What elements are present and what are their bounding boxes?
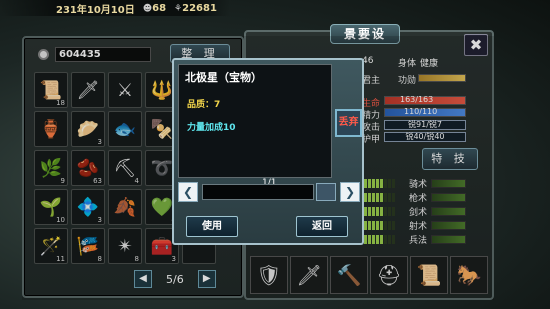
item-quality: 品质：7 — [187, 100, 221, 110]
increase-quantity-button[interactable]: ❯ — [340, 182, 360, 202]
discard-button[interactable]: 丢弃 — [335, 109, 362, 137]
population-value: 68 — [152, 2, 167, 14]
back-button[interactable]: 返回 — [296, 216, 348, 237]
item-name: 北极星（宝物） — [185, 71, 262, 84]
food-value: 22681 — [182, 2, 217, 14]
quantity-track[interactable] — [202, 184, 314, 200]
quantity-handle[interactable] — [316, 183, 336, 201]
population-group: ☻68 — [143, 3, 166, 14]
top-status-bar: 231年10月10日 ☻68 ⚘22681 — [0, 0, 230, 16]
quantity-slider: 1/1 ❮ ❯ — [178, 178, 362, 203]
date-label: 231年10月10日 — [56, 4, 135, 16]
population-icon: ☻ — [142, 3, 153, 14]
use-button[interactable]: 使用 — [186, 216, 238, 237]
item-detail-popup: 北极星（宝物） 品质：7 力量加成10 丢弃 1/1 ❮ ❯ 使用 返回 — [172, 58, 364, 245]
decrease-quantity-button[interactable]: ❮ — [178, 182, 198, 202]
item-effect: 力量加成10 — [187, 123, 236, 133]
food-icon: ⚘ — [174, 3, 183, 14]
food-group: ⚘22681 — [174, 3, 217, 14]
item-info-box: 北极星（宝物） 品质：7 力量加成10 — [178, 64, 332, 178]
